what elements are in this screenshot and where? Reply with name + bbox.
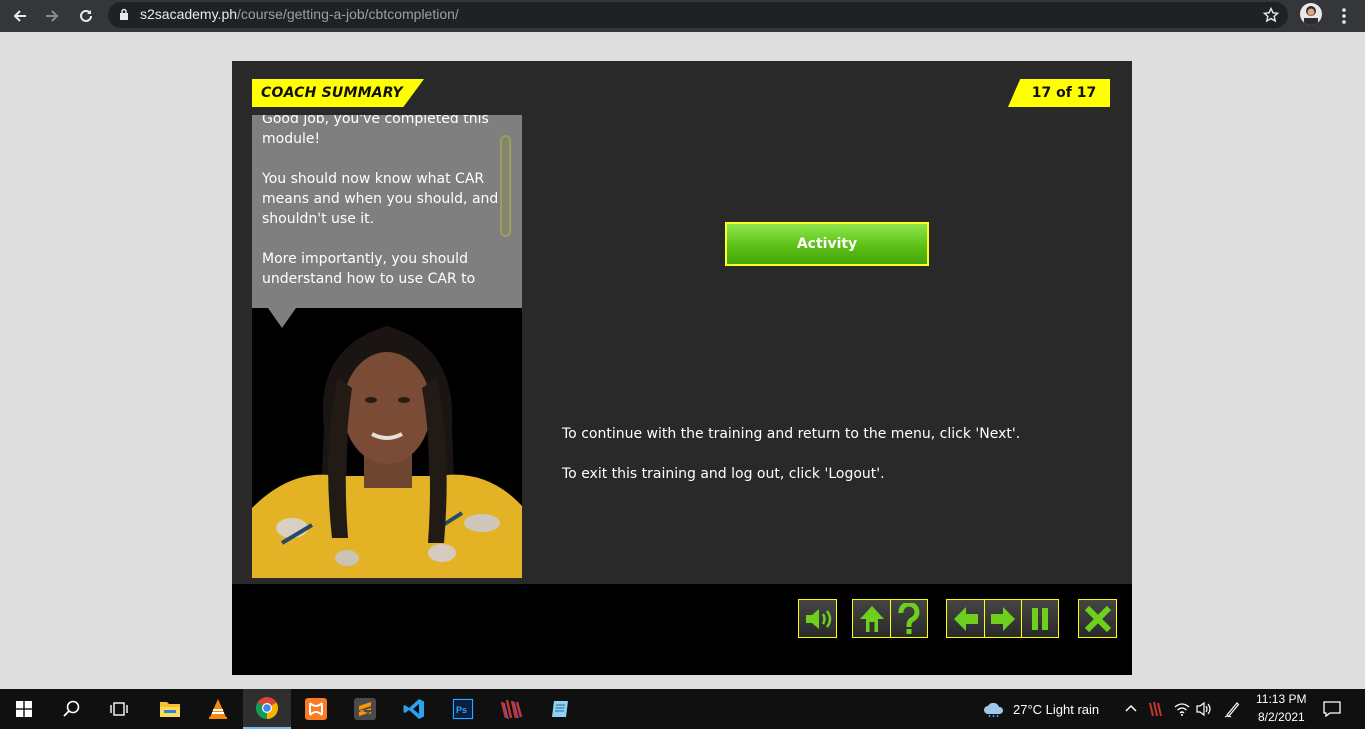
browser-menu-button[interactable] [1330, 2, 1358, 30]
taskbar-chrome[interactable] [243, 689, 291, 729]
player-controls [232, 584, 1132, 675]
xampp-icon [305, 698, 327, 720]
speech-paragraph: More importantly, you should understand … [262, 251, 476, 287]
taskbar-notepad[interactable] [537, 689, 585, 729]
address-bar[interactable]: s2sacademy.ph/course/getting-a-job/cbtco… [108, 2, 1288, 28]
start-button[interactable] [0, 689, 48, 729]
cloud-icon [984, 702, 1004, 718]
file-explorer-icon [160, 702, 180, 717]
home-icon [859, 605, 884, 632]
url-path: /course/getting-a-job/cbtcompletion/ [237, 6, 459, 22]
url-text: s2sacademy.ph/course/getting-a-job/cbtco… [140, 6, 459, 22]
windows-start-icon [16, 701, 32, 717]
audio-button[interactable] [799, 600, 836, 637]
taskbar-sublime[interactable] [341, 689, 389, 729]
vlc-icon [209, 699, 227, 719]
home-button[interactable] [853, 600, 890, 637]
reload-button[interactable] [72, 2, 100, 30]
wifi-icon[interactable] [1174, 702, 1190, 716]
speech-text: Good job, you've completed this module! … [262, 115, 504, 308]
clock-date[interactable]: 8/2/2021 [1258, 710, 1305, 724]
weather-text[interactable]: 27°C Light rain [1013, 702, 1099, 717]
speech-paragraph: Good job, you've completed this module! [262, 115, 489, 147]
chevron-up-icon[interactable] [1125, 703, 1137, 713]
page-counter: 17 of 17 [1008, 79, 1110, 107]
navigation-group [946, 599, 1059, 638]
browser-toolbar: s2sacademy.ph/course/getting-a-job/cbtco… [0, 0, 1365, 32]
photoshop-icon: Ps [452, 698, 474, 720]
next-button[interactable] [984, 600, 1021, 637]
pen-icon[interactable] [1224, 700, 1240, 718]
instruction-next: To continue with the training and return… [562, 426, 1021, 442]
chrome-icon [256, 697, 278, 719]
winrar-tray-icon[interactable] [1148, 700, 1164, 718]
clock-time[interactable]: 11:13 PM [1256, 692, 1306, 706]
help-button[interactable] [890, 600, 927, 637]
vscode-icon [403, 699, 424, 719]
audio-icon [805, 608, 831, 629]
course-player: COACH SUMMARY 17 of 17 Good job, you've … [232, 61, 1132, 675]
speech-tail [268, 308, 296, 328]
exit-group [1078, 599, 1117, 638]
forward-icon [46, 10, 59, 22]
instruction-logout: To exit this training and log out, click… [562, 466, 885, 482]
sublime-icon [354, 698, 376, 720]
task-view-icon [110, 702, 128, 716]
pause-button[interactable] [1021, 600, 1058, 637]
reload-icon [80, 9, 92, 22]
notepad-icon [552, 701, 568, 717]
close-icon [1084, 605, 1111, 632]
search-icon [63, 700, 80, 717]
svg-text:Ps: Ps [456, 705, 467, 715]
profile-avatar[interactable] [1300, 3, 1322, 25]
speech-scrollbar[interactable] [500, 135, 511, 237]
taskbar-xampp[interactable] [292, 689, 340, 729]
notifications-icon[interactable] [1323, 701, 1341, 717]
speech-paragraph: You should now know what CAR means and w… [262, 171, 499, 227]
previous-icon [953, 606, 978, 631]
back-icon [13, 10, 26, 22]
speech-bubble[interactable]: Good job, you've completed this module! … [252, 115, 522, 308]
task-view-button[interactable] [95, 689, 143, 729]
star-icon[interactable] [1263, 7, 1279, 23]
search-button[interactable] [48, 689, 96, 729]
taskbar-vlc[interactable] [194, 689, 242, 729]
exit-button[interactable] [1079, 600, 1116, 637]
section-title: COACH SUMMARY [252, 79, 424, 107]
taskbar: Ps 27°C Light rain 11:13 PM 8/2/2021 [0, 689, 1365, 729]
back-button[interactable] [6, 2, 34, 30]
volume-icon[interactable] [1196, 701, 1212, 717]
taskbar-vscode[interactable] [390, 689, 438, 729]
home-help-group [852, 599, 928, 638]
activity-button[interactable]: Activity [725, 222, 929, 266]
previous-button[interactable] [947, 600, 984, 637]
url-host: s2sacademy.ph [140, 6, 238, 22]
audio-button-group [798, 599, 837, 638]
lock-icon [120, 8, 128, 20]
forward-button[interactable] [38, 2, 66, 30]
taskbar-winrar[interactable] [488, 689, 536, 729]
taskbar-file-explorer[interactable] [146, 689, 194, 729]
winrar-icon [500, 699, 523, 720]
coach-video [252, 308, 522, 578]
next-icon [991, 606, 1015, 631]
menu-icon [1342, 8, 1346, 24]
pause-icon [1032, 607, 1048, 630]
taskbar-photoshop[interactable]: Ps [439, 689, 487, 729]
help-icon [898, 602, 920, 634]
